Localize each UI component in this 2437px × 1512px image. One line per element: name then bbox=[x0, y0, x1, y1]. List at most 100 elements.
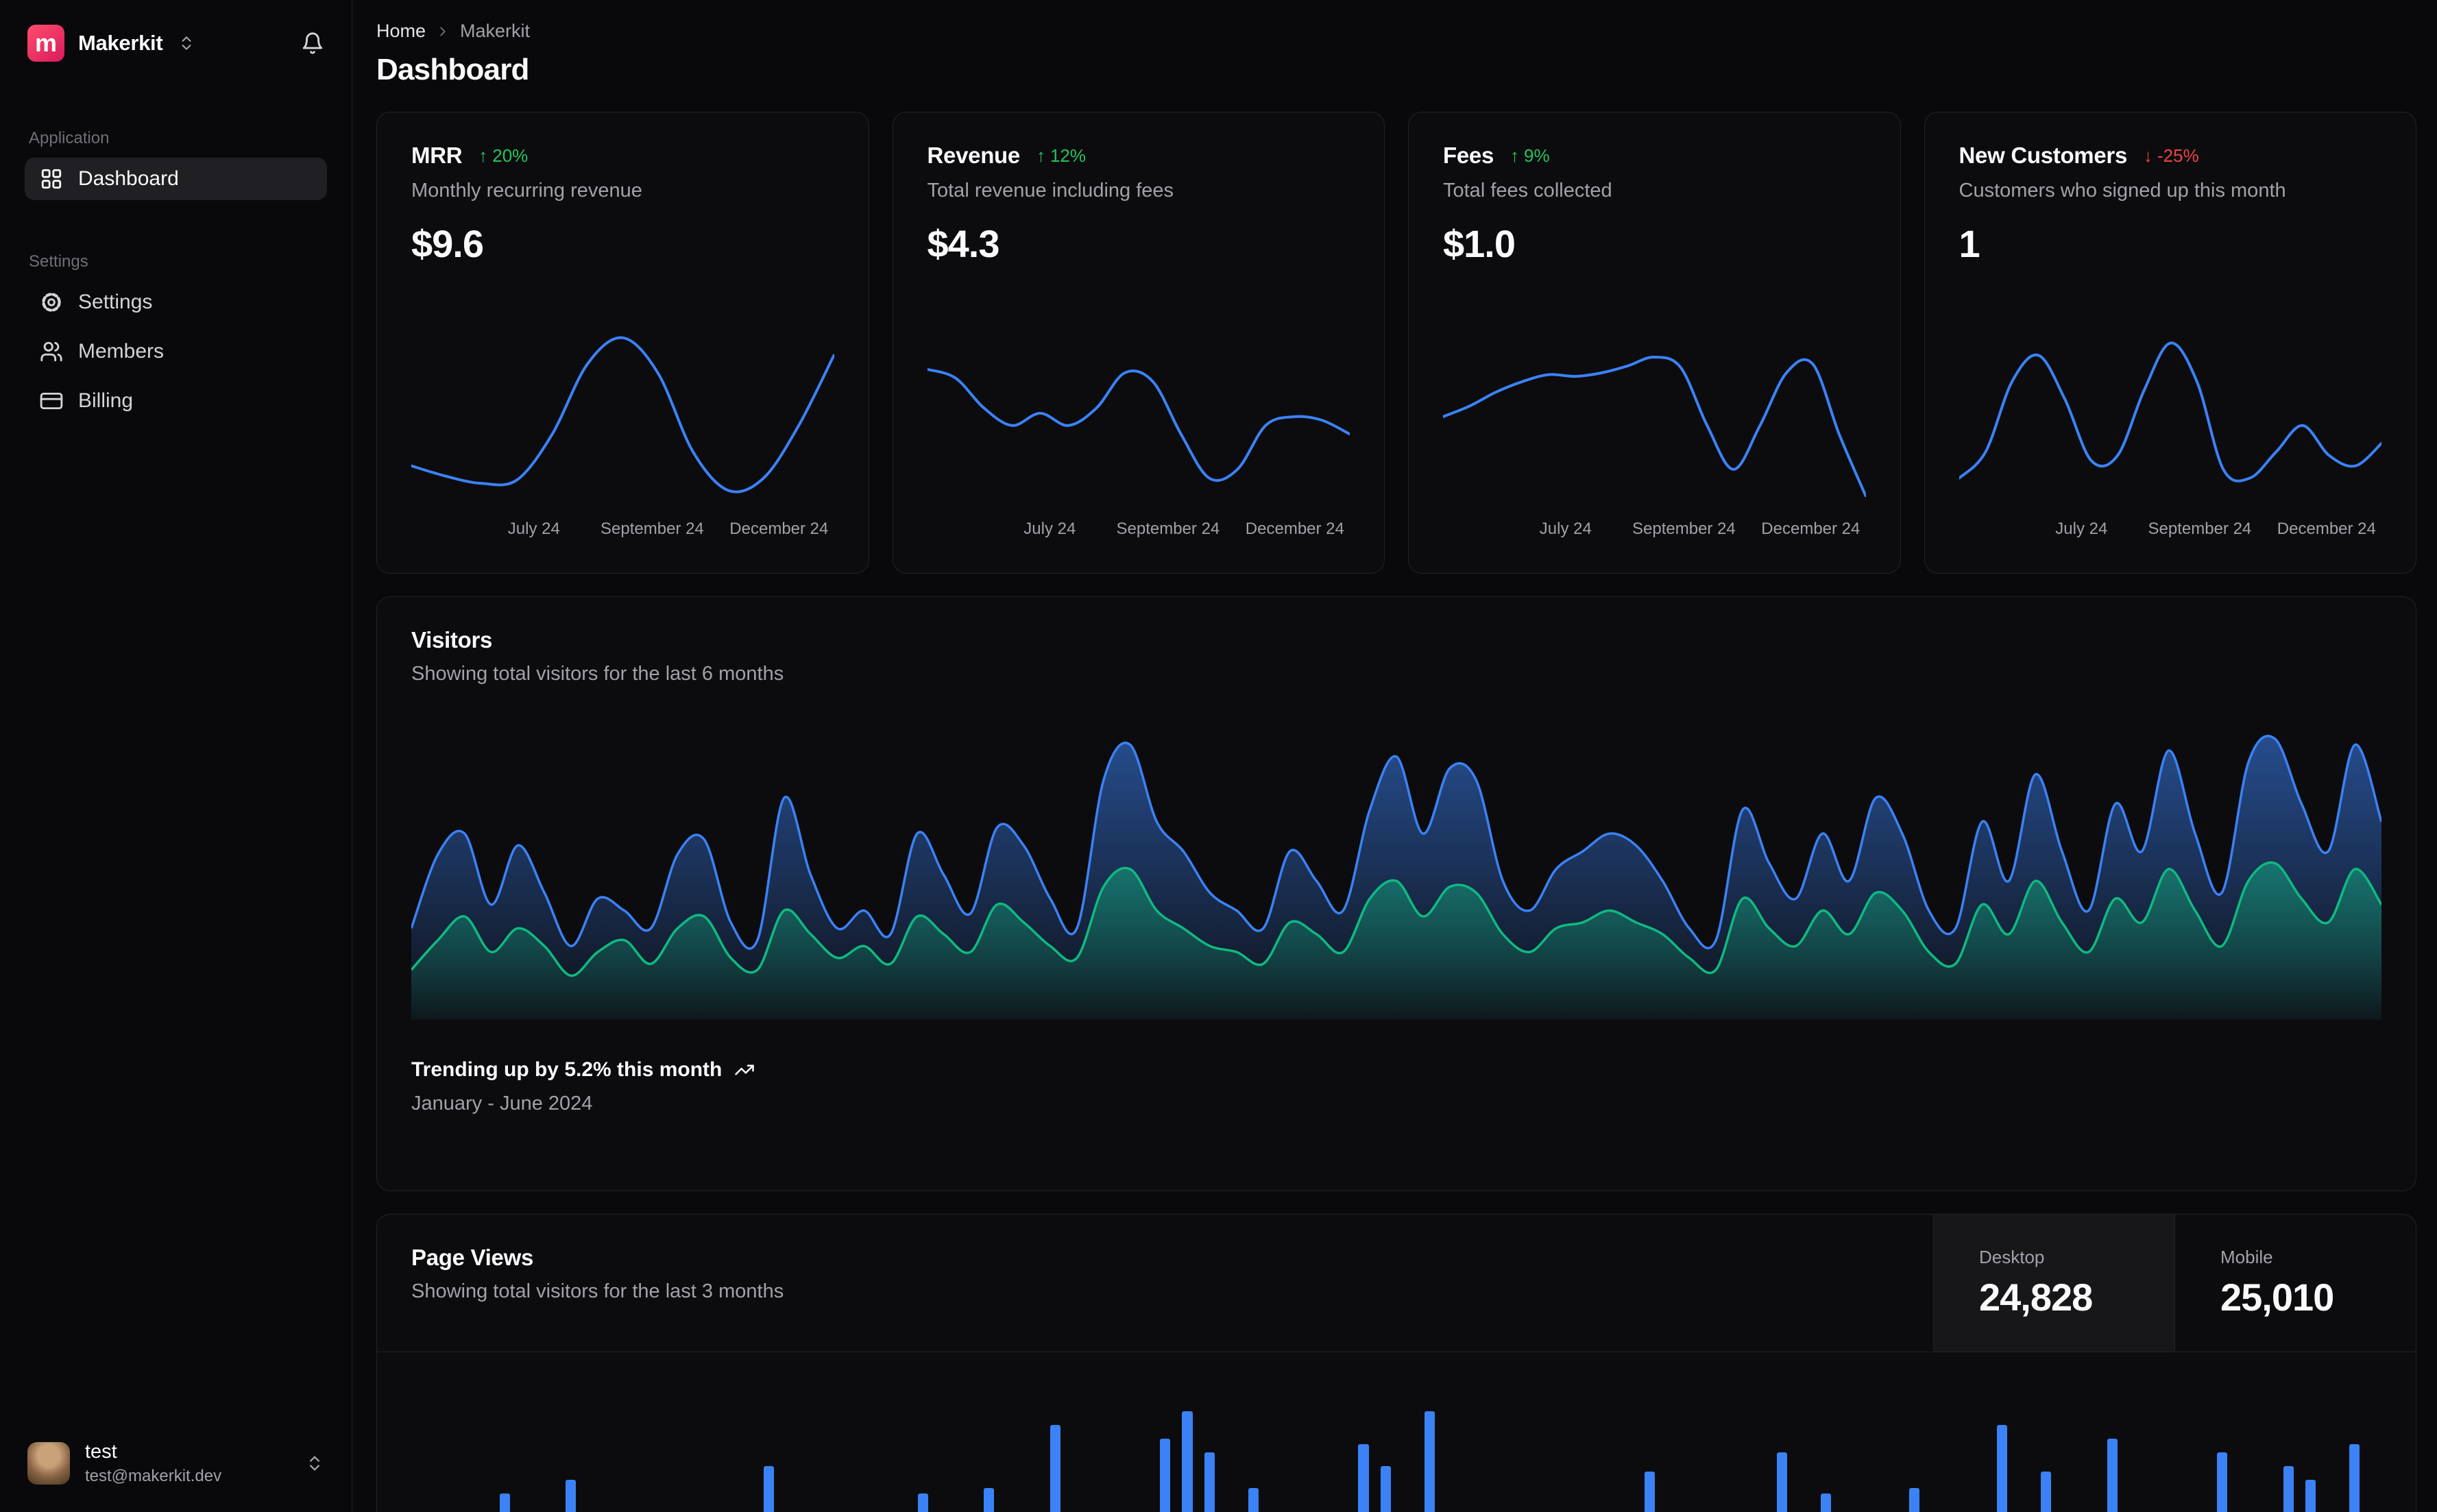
stat-value: 1 bbox=[1959, 222, 1980, 265]
page-views-header: Page Views Showing total visitors for th… bbox=[377, 1215, 2416, 1352]
bar bbox=[984, 1488, 995, 1512]
user-avatar bbox=[27, 1442, 70, 1485]
x-tick-label: September 24 bbox=[601, 520, 704, 538]
stat-title: Fees bbox=[1443, 143, 1494, 168]
chevron-right-icon bbox=[435, 24, 450, 39]
mobile-label: Mobile bbox=[2220, 1247, 2273, 1267]
bar bbox=[2305, 1480, 2316, 1512]
x-tick-label: December 24 bbox=[1245, 520, 1344, 538]
stat-delta: -25% bbox=[2157, 145, 2199, 166]
chevrons-up-down-icon bbox=[305, 1454, 324, 1473]
x-tick-label: July 24 bbox=[1539, 520, 1592, 538]
stat-subtitle: Customers who signed up this month bbox=[1959, 180, 2286, 202]
bar bbox=[499, 1493, 510, 1512]
trend-up-icon: ↑ bbox=[1036, 145, 1045, 166]
bar bbox=[1160, 1439, 1171, 1512]
toggle-mobile[interactable]: Mobile 25,010 bbox=[2174, 1215, 2416, 1352]
mrr-sparkline-chart bbox=[410, 324, 836, 510]
stat-card-fees: Fees ↑ 9% Total fees collected $1.0 July… bbox=[1408, 112, 1901, 574]
sidebar-item-label: Members bbox=[78, 340, 165, 363]
sidebar-item-dashboard[interactable]: Dashboard bbox=[25, 158, 327, 200]
app-window: m Makerkit Application Dashboard Setting… bbox=[0, 0, 2437, 1512]
stat-trend-badge: ↑ 9% bbox=[1510, 145, 1550, 167]
visitors-subtitle: Showing total visitors for the last 6 mo… bbox=[411, 663, 784, 685]
bar bbox=[565, 1480, 576, 1512]
stat-delta: 12% bbox=[1050, 145, 1087, 166]
bar bbox=[1358, 1444, 1369, 1512]
workspace-selector[interactable]: m Makerkit bbox=[25, 21, 327, 66]
x-tick-label: September 24 bbox=[2148, 520, 2252, 538]
user-email: test@makerkit.dev bbox=[85, 1467, 222, 1485]
sparkline-x-labels: July 24 September 24 December 24 bbox=[411, 520, 834, 543]
page-title: Dashboard bbox=[376, 53, 529, 86]
bar bbox=[1645, 1472, 1656, 1512]
stat-subtitle: Total fees collected bbox=[1443, 180, 1612, 202]
user-menu[interactable]: test test@makerkit.dev bbox=[25, 1435, 327, 1491]
visitors-card: Visitors Showing total visitors for the … bbox=[376, 596, 2416, 1191]
stat-value: $9.6 bbox=[411, 222, 484, 265]
main-content: Home Makerkit Dashboard MRR ↑ 20% Monthl… bbox=[353, 0, 2437, 1512]
x-tick-label: December 24 bbox=[2277, 520, 2376, 538]
chevrons-up-down-icon bbox=[178, 34, 195, 52]
toggle-desktop[interactable]: Desktop 24,828 bbox=[1933, 1215, 2174, 1352]
stat-trend-badge: ↓ -25% bbox=[2144, 145, 2199, 167]
desktop-value: 24,828 bbox=[1979, 1276, 2093, 1319]
breadcrumb-home[interactable]: Home bbox=[376, 21, 426, 42]
x-tick-label: September 24 bbox=[1116, 520, 1220, 538]
makerkit-logo: m bbox=[27, 25, 64, 62]
sidebar-item-members[interactable]: Members bbox=[25, 330, 327, 373]
stat-card-new-customers: New Customers ↓ -25% Customers who signe… bbox=[1924, 112, 2416, 574]
bar bbox=[917, 1493, 928, 1512]
bar bbox=[1182, 1411, 1193, 1512]
mobile-value: 25,010 bbox=[2220, 1276, 2334, 1319]
bar bbox=[1776, 1452, 1787, 1512]
bar bbox=[2349, 1444, 2360, 1512]
revenue-sparkline-chart bbox=[925, 324, 1351, 510]
bar bbox=[1821, 1493, 1832, 1512]
notifications-bell-icon[interactable] bbox=[301, 32, 324, 55]
user-meta: test test@makerkit.dev bbox=[85, 1441, 221, 1486]
x-tick-label: July 24 bbox=[507, 520, 560, 538]
stat-delta: 20% bbox=[492, 145, 529, 166]
user-name: test bbox=[85, 1441, 117, 1463]
bar bbox=[1424, 1411, 1435, 1512]
x-tick-label: December 24 bbox=[1761, 520, 1860, 538]
page-views-card: Page Views Showing total visitors for th… bbox=[376, 1214, 2416, 1512]
stat-cards-row: MRR ↑ 20% Monthly recurring revenue $9.6… bbox=[376, 112, 2416, 574]
visitors-date-range: January - June 2024 bbox=[411, 1093, 593, 1114]
stat-card-revenue: Revenue ↑ 12% Total revenue including fe… bbox=[892, 112, 1385, 574]
bar bbox=[1908, 1488, 1919, 1512]
x-tick-label: September 24 bbox=[1632, 520, 1736, 538]
stat-title: New Customers bbox=[1959, 143, 2128, 168]
bar bbox=[1380, 1466, 1391, 1512]
stat-subtitle: Monthly recurring revenue bbox=[411, 180, 642, 202]
trending-up-icon bbox=[734, 1060, 755, 1080]
trend-up-icon: ↑ bbox=[478, 145, 488, 166]
x-tick-label: July 24 bbox=[1023, 520, 1076, 538]
stat-value: $4.3 bbox=[927, 222, 1000, 265]
sparkline-x-labels: July 24 September 24 December 24 bbox=[927, 520, 1350, 543]
bar bbox=[2041, 1472, 2052, 1512]
sparkline-x-labels: July 24 September 24 December 24 bbox=[1443, 520, 1866, 543]
sidebar-item-billing[interactable]: Billing bbox=[25, 380, 327, 422]
bar bbox=[1050, 1425, 1060, 1512]
credit-card-icon bbox=[40, 389, 63, 413]
stat-value: $1.0 bbox=[1443, 222, 1516, 265]
logo-letter: m bbox=[34, 29, 57, 57]
bar bbox=[2107, 1439, 2118, 1512]
visitors-trend-text: Trending up by 5.2% this month bbox=[411, 1058, 723, 1081]
sidebar-item-settings[interactable]: Settings bbox=[25, 281, 327, 324]
sparkline-x-labels: July 24 September 24 December 24 bbox=[1959, 520, 2382, 543]
bar bbox=[2217, 1452, 2228, 1512]
fees-sparkline-chart bbox=[1442, 324, 1867, 510]
bar bbox=[1997, 1425, 2008, 1512]
stat-subtitle: Total revenue including fees bbox=[927, 180, 1174, 202]
stat-card-mrr: MRR ↑ 20% Monthly recurring revenue $9.6… bbox=[376, 112, 869, 574]
bar bbox=[764, 1466, 775, 1512]
page-views-title: Page Views bbox=[411, 1245, 534, 1270]
page-views-subtitle: Showing total visitors for the last 3 mo… bbox=[411, 1280, 784, 1302]
stat-trend-badge: ↑ 20% bbox=[478, 145, 528, 167]
stat-trend-badge: ↑ 12% bbox=[1036, 145, 1086, 167]
visitors-area-chart bbox=[410, 718, 2383, 1020]
workspace-name: Makerkit bbox=[78, 31, 163, 55]
